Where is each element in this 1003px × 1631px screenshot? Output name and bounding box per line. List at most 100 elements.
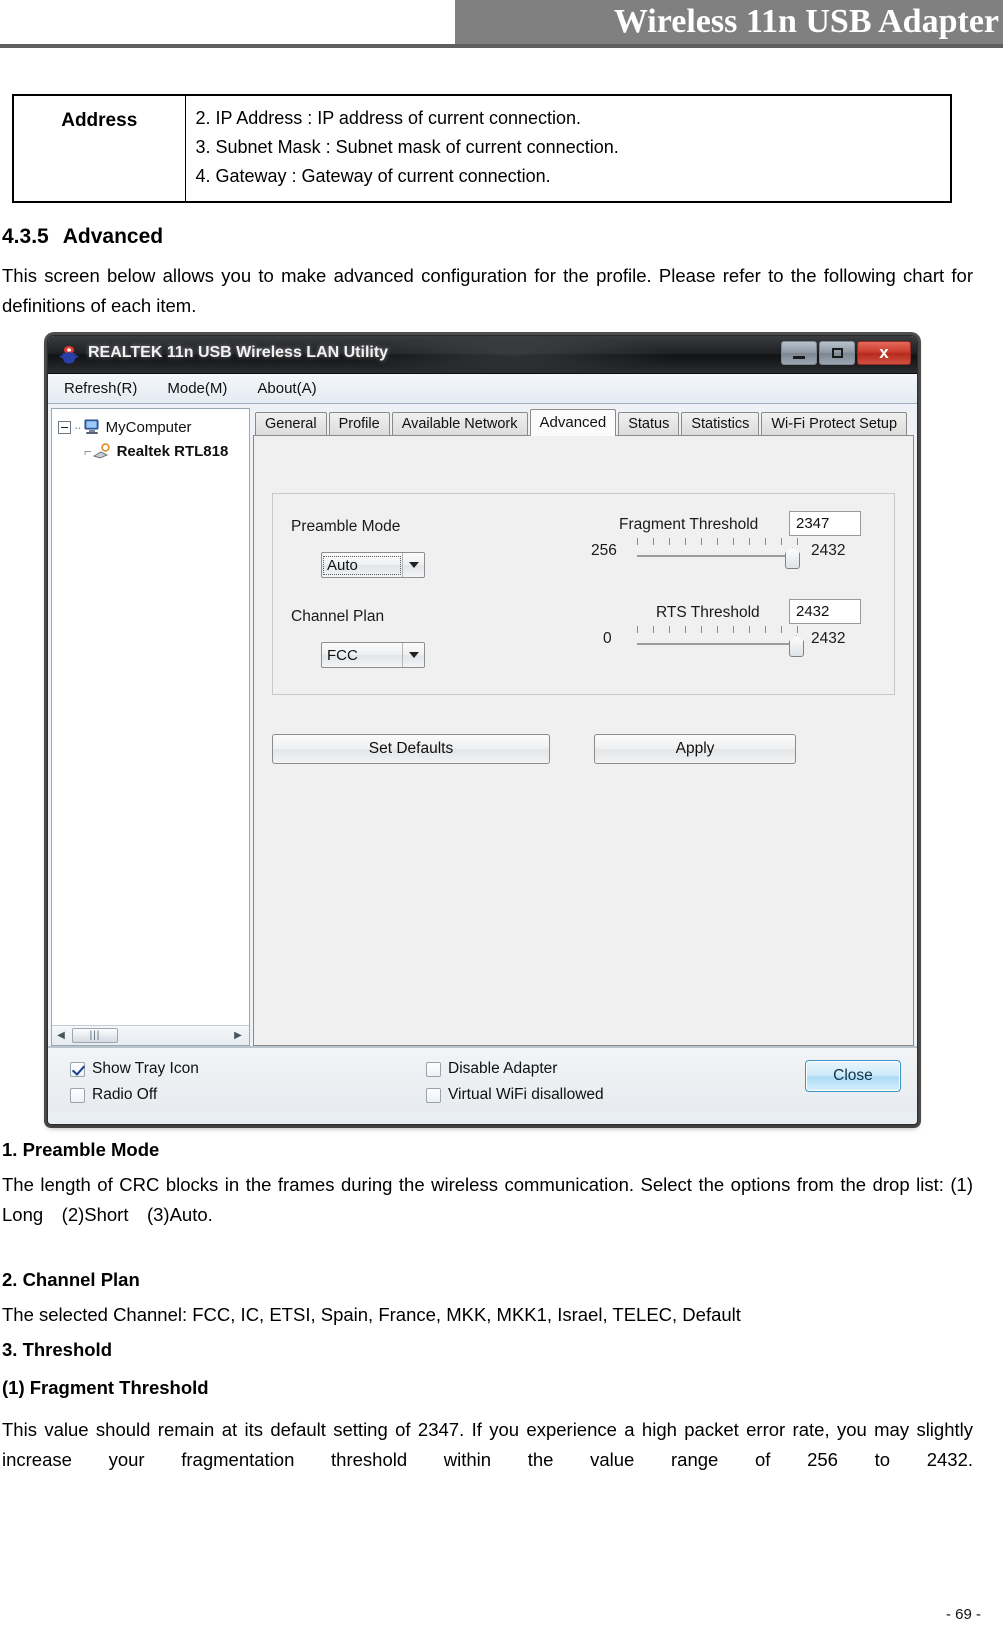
fragment-min-label: 256: [591, 542, 617, 560]
virtual-wifi-disallowed-checkbox[interactable]: Virtual WiFi disallowed: [426, 1086, 604, 1104]
rts-min-label: 0: [603, 630, 612, 648]
computer-icon: [83, 419, 101, 435]
window-body: ·· MyComputer ⌐ Realtek RTL818 ◀ ||| ▶ G…: [48, 404, 917, 1047]
window-footer: Show Tray Icon Radio Off Disable Adapter…: [48, 1046, 917, 1113]
preamble-mode-value: Auto: [323, 555, 401, 575]
minimize-button[interactable]: [781, 341, 817, 366]
scrollbar-thumb[interactable]: |||: [72, 1028, 118, 1044]
tree-item-mycomputer[interactable]: ·· MyComputer: [58, 415, 249, 439]
minimize-icon: [793, 355, 805, 359]
tab-statistics[interactable]: Statistics: [681, 412, 760, 436]
fragment-slider-track: [637, 555, 799, 558]
rts-threshold-label: RTS Threshold: [656, 604, 760, 622]
note-2-body: The selected Channel: FCC, IC, ETSI, Spa…: [2, 1304, 741, 1326]
checkbox-checked-icon: [70, 1061, 85, 1077]
radio-off-label: Radio Off: [92, 1086, 158, 1104]
checkbox-unchecked-icon: [426, 1061, 441, 1077]
preamble-mode-label: Preamble Mode: [291, 518, 401, 536]
menu-item-mode[interactable]: Mode(M): [167, 380, 227, 397]
tree-label-adapter: Realtek RTL818: [116, 442, 229, 460]
window-controls: x: [781, 341, 911, 366]
rts-slider-ticks: [637, 626, 799, 635]
rts-threshold-input[interactable]: 2432: [789, 599, 861, 625]
rts-slider-thumb[interactable]: [789, 635, 804, 658]
note-3-sub1-body: This value should remain at its default …: [2, 1419, 973, 1471]
wireless-adapter-icon: [92, 443, 113, 459]
set-defaults-button[interactable]: Set Defaults: [272, 734, 550, 765]
menu-item-refresh[interactable]: Refresh(R): [64, 380, 137, 397]
fragment-threshold-input[interactable]: 2347: [789, 511, 861, 537]
collapse-icon[interactable]: [58, 420, 71, 434]
chevron-down-icon: [408, 562, 419, 569]
note-2-title: 2. Channel Plan: [2, 1269, 140, 1291]
tab-available-network[interactable]: Available Network: [391, 412, 528, 436]
channel-plan-label: Channel Plan: [291, 608, 385, 626]
preamble-mode-select[interactable]: Auto: [321, 552, 425, 579]
rts-slider-track: [637, 643, 799, 646]
address-line-subnet: 3. Subnet Mask : Subnet mask of current …: [195, 137, 619, 158]
address-definition-table: Address 2. IP Address : IP address of cu…: [12, 94, 952, 204]
apply-button[interactable]: Apply: [594, 734, 796, 765]
tree-item-adapter[interactable]: ⌐ Realtek RTL818: [58, 439, 249, 463]
address-description-cell: 2. IP Address : IP address of current co…: [184, 94, 952, 203]
tree-horizontal-scrollbar[interactable]: ◀ ||| ▶: [52, 1025, 249, 1046]
checkbox-unchecked-icon: [70, 1087, 85, 1103]
address-line-gateway: 4. Gateway : Gateway of current connecti…: [195, 166, 551, 187]
realtek-utility-window: REALTEK 11n USB Wireless LAN Utility x R…: [47, 335, 918, 1126]
tabstrip: General Profile Available Network Advanc…: [253, 408, 914, 437]
disable-adapter-checkbox[interactable]: Disable Adapter: [426, 1060, 557, 1078]
tab-profile[interactable]: Profile: [328, 412, 390, 436]
address-label-cell: Address: [12, 94, 186, 203]
menu-item-about[interactable]: About(A): [257, 380, 316, 397]
virtual-wifi-disallowed-label: Virtual WiFi disallowed: [448, 1086, 604, 1104]
chevron-down-icon: [408, 652, 419, 659]
scroll-left-arrow-icon[interactable]: ◀: [52, 1030, 70, 1041]
scroll-right-arrow-icon[interactable]: ▶: [229, 1030, 247, 1041]
show-tray-icon-checkbox[interactable]: Show Tray Icon: [70, 1060, 199, 1078]
close-button[interactable]: Close: [805, 1060, 901, 1093]
disable-adapter-label: Disable Adapter: [448, 1060, 558, 1078]
window-close-button[interactable]: x: [857, 341, 911, 366]
show-tray-icon-label: Show Tray Icon: [92, 1060, 199, 1078]
fragment-threshold-slider[interactable]: [637, 538, 800, 570]
note-1-title: 1. Preamble Mode: [2, 1139, 160, 1161]
header-rule: [0, 44, 1003, 48]
tab-status[interactable]: Status: [618, 412, 680, 436]
tab-pane: General Profile Available Network Advanc…: [253, 408, 914, 1047]
preamble-dropdown-arrow[interactable]: [402, 553, 424, 578]
channel-plan-dropdown-arrow[interactable]: [402, 643, 424, 668]
realtek-logo-icon: [58, 344, 80, 366]
device-tree: ·· MyComputer ⌐ Realtek RTL818: [52, 409, 249, 1025]
section-title: Advanced: [62, 225, 164, 249]
tab-general[interactable]: General: [255, 412, 327, 436]
maximize-button[interactable]: [819, 341, 855, 366]
fragment-slider-thumb[interactable]: [785, 547, 800, 570]
page-title: Wireless 11n USB Adapter: [613, 3, 999, 40]
advanced-settings-group: Preamble Mode Auto Channel Plan FCC Frag…: [272, 493, 895, 696]
window-title: REALTEK 11n USB Wireless LAN Utility: [88, 344, 389, 362]
radio-off-checkbox[interactable]: Radio Off: [70, 1086, 157, 1104]
fragment-threshold-label: Fragment Threshold: [619, 516, 759, 534]
titlebar-glow: [348, 336, 678, 375]
page-number: - 69 -: [945, 1606, 981, 1623]
menu-bar: Refresh(R) Mode(M) About(A): [48, 374, 917, 405]
maximize-icon: [831, 348, 843, 359]
notes-section: 1. Preamble Mode The length of CRC block…: [0, 1139, 1003, 1505]
note-1-body: The length of CRC blocks in the frames d…: [2, 1174, 973, 1226]
tab-wifi-protect-setup[interactable]: Wi-Fi Protect Setup: [761, 412, 908, 436]
address-line-ip: 2. IP Address : IP address of current co…: [195, 108, 582, 128]
tab-advanced[interactable]: Advanced: [529, 409, 617, 437]
section-heading: 4.3.5 Advanced: [2, 225, 1003, 249]
advanced-tab-content: Preamble Mode Auto Channel Plan FCC Frag…: [253, 435, 914, 1047]
note-3-sub1-title: (1) Fragment Threshold: [2, 1377, 209, 1399]
tree-connector: ··: [74, 419, 82, 435]
tree-label-mycomputer: MyComputer: [105, 418, 192, 436]
fragment-max-label: 2432: [811, 542, 846, 560]
rts-threshold-slider[interactable]: [637, 626, 804, 658]
channel-plan-select[interactable]: FCC: [321, 642, 425, 669]
fragment-slider-ticks: [637, 538, 799, 547]
window-titlebar: REALTEK 11n USB Wireless LAN Utility x: [48, 336, 917, 375]
section-intro-paragraph: This screen below allows you to make adv…: [2, 265, 973, 317]
checkbox-unchecked-icon: [426, 1087, 441, 1103]
section-number: 4.3.5: [2, 225, 49, 249]
